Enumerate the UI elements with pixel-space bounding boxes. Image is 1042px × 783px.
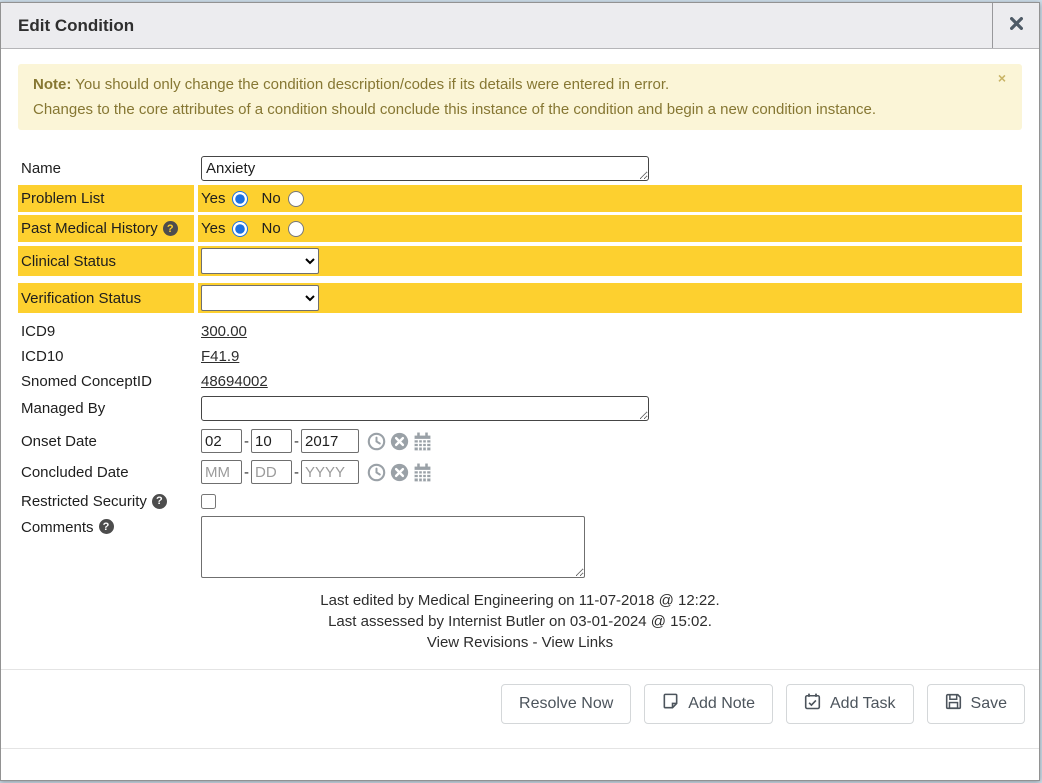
comments-row: Comments ? [18,516,1022,580]
icd10-row: ICD10 F41.9 [18,344,1022,368]
icd10-label: ICD10 [18,344,194,368]
restricted-security-label: Restricted Security [21,493,147,510]
condition-form: Name Anxiety Problem List Yes No [18,154,1022,580]
view-links-link[interactable]: View Links [542,634,613,651]
icd9-link[interactable]: 300.00 [201,323,247,340]
onset-month-input[interactable] [201,429,242,453]
verification-status-select[interactable] [201,285,319,311]
edit-condition-dialog: Edit Condition Note: You should only cha… [0,2,1040,781]
pmh-yes-option[interactable]: Yes [201,220,248,237]
concluded-clock-icon[interactable] [367,463,386,482]
problem-list-row: Problem List Yes No [18,185,1022,212]
dialog-body: Note: You should only change the conditi… [1,49,1039,780]
icd9-label: ICD9 [18,319,194,343]
note-line-1: Note: You should only change the conditi… [33,72,1007,97]
name-label: Name [18,154,194,182]
pmh-no-radio[interactable] [288,221,304,237]
icd9-row: ICD9 300.00 [18,319,1022,343]
managed-by-row: Managed By [18,394,1022,422]
comments-help-icon[interactable]: ? [99,519,114,534]
pmh-yes-radio[interactable] [232,221,248,237]
view-links-line: View Revisions - View Links [1,632,1039,653]
button-bar: Resolve Now Add Note Add Task Save [1,670,1039,724]
calendar-check-icon [804,693,821,715]
verification-status-label: Verification Status [18,283,194,313]
note-line-2: Changes to the core attributes of a cond… [33,97,1007,122]
note-banner: Note: You should only change the conditi… [18,64,1022,130]
onset-year-input[interactable] [301,429,359,453]
note-icon [662,693,679,715]
restricted-security-checkbox[interactable] [201,494,216,509]
snomed-row: Snomed ConceptID 48694002 [18,369,1022,393]
pmh-no-option[interactable]: No [261,220,303,237]
concluded-year-input[interactable] [301,460,359,484]
problem-list-yes-option[interactable]: Yes [201,190,248,207]
concluded-date-label: Concluded Date [18,458,194,486]
add-note-button[interactable]: Add Note [644,684,773,724]
view-revisions-link[interactable]: View Revisions [427,634,528,651]
problem-list-yes-radio[interactable] [232,191,248,207]
close-button[interactable] [992,3,1039,48]
onset-calendar-icon[interactable] [413,432,432,451]
name-row: Name Anxiety [18,154,1022,182]
dialog-title: Edit Condition [1,3,992,48]
concluded-month-input[interactable] [201,460,242,484]
past-medical-history-label: Past Medical History [21,220,158,237]
onset-clear-icon[interactable] [390,432,409,451]
snomed-label: Snomed ConceptID [18,369,194,393]
restricted-security-help-icon[interactable]: ? [152,494,167,509]
name-field[interactable]: Anxiety [201,156,649,181]
add-task-button[interactable]: Add Task [786,684,914,724]
concluded-clear-icon[interactable] [390,463,409,482]
problem-list-label: Problem List [18,185,194,212]
dialog-header: Edit Condition [1,3,1039,49]
last-edited-text: Last edited by Medical Engineering on 11… [1,590,1039,611]
concluded-date-row: Concluded Date - - [18,458,1022,486]
audit-meta: Last edited by Medical Engineering on 11… [1,590,1039,653]
concluded-day-input[interactable] [251,460,292,484]
managed-by-label: Managed By [18,394,194,422]
resolve-now-button[interactable]: Resolve Now [501,684,631,724]
problem-list-no-radio[interactable] [288,191,304,207]
clinical-status-label: Clinical Status [18,246,194,276]
last-assessed-link[interactable]: by Internist Butler on 03-01-2024 @ 15:0… [424,613,708,630]
past-medical-history-row: Past Medical History ? Yes No [18,215,1022,242]
icd10-link[interactable]: F41.9 [201,348,239,365]
restricted-security-row: Restricted Security ? [18,489,1022,513]
onset-day-input[interactable] [251,429,292,453]
concluded-calendar-icon[interactable] [413,463,432,482]
note-close-icon[interactable]: × [998,71,1006,85]
onset-date-label: Onset Date [18,427,194,455]
dialog-footer [1,749,1039,780]
past-medical-history-help-icon[interactable]: ? [163,221,178,236]
managed-by-field[interactable] [201,396,649,421]
onset-date-row: Onset Date - - [18,427,1022,455]
clinical-status-select[interactable] [201,248,319,274]
save-icon [945,693,962,715]
problem-list-no-option[interactable]: No [261,190,303,207]
verification-status-row: Verification Status [18,283,1022,313]
comments-label: Comments [21,519,94,536]
save-button[interactable]: Save [927,684,1025,724]
snomed-link[interactable]: 48694002 [201,373,268,390]
last-assessed-text: Last assessed by Internist Butler on 03-… [1,611,1039,632]
close-icon [1010,17,1023,35]
clinical-status-row: Clinical Status [18,246,1022,276]
onset-clock-icon[interactable] [367,432,386,451]
comments-textarea[interactable] [201,516,585,578]
